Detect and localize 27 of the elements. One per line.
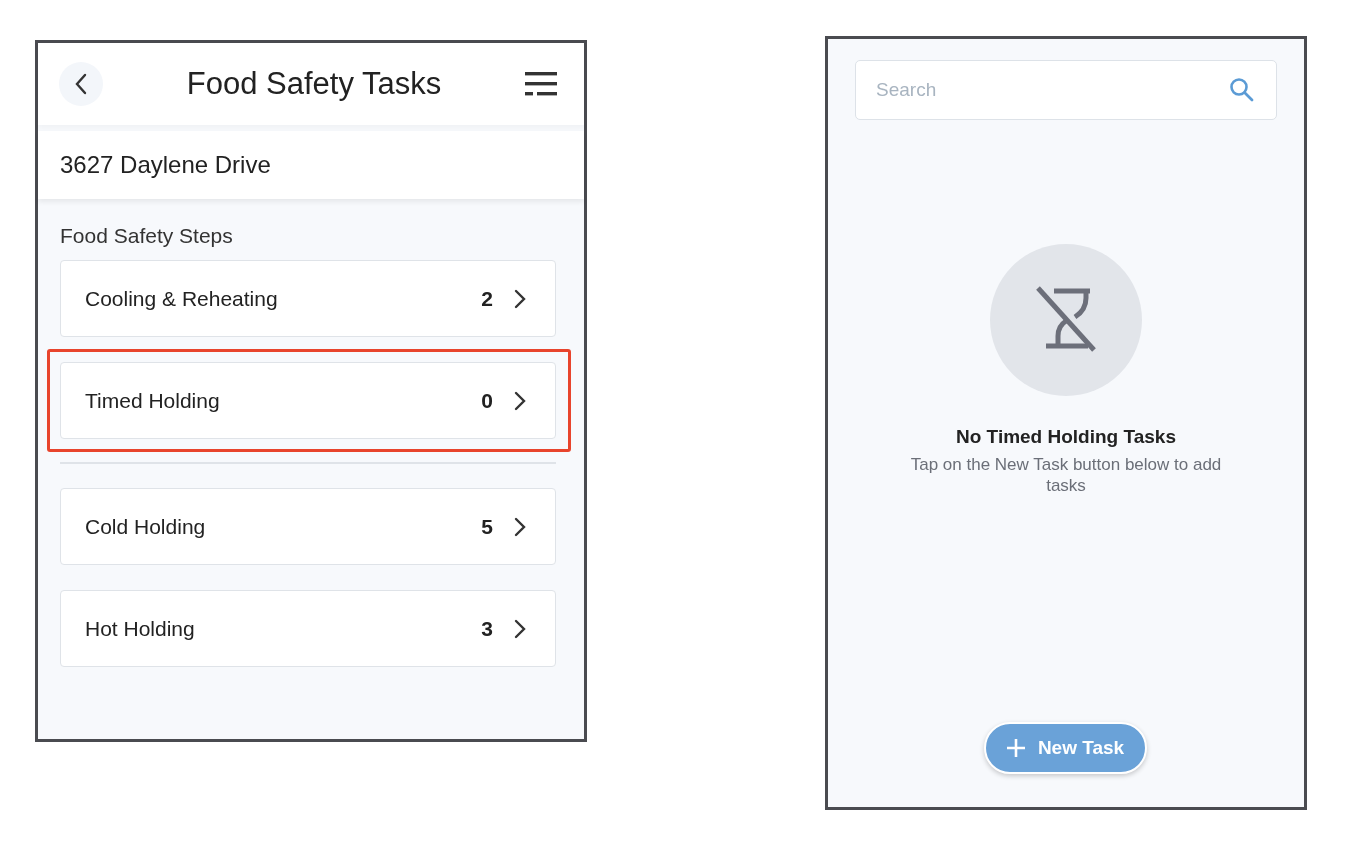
empty-state-message: Tap on the New Task button below to add tasks (909, 454, 1223, 496)
step-label: Cold Holding (85, 514, 207, 539)
search-field[interactable]: Search (855, 60, 1277, 120)
back-icon (74, 72, 88, 96)
back-button[interactable] (59, 62, 103, 106)
chevron-right-icon (513, 617, 527, 640)
step-item[interactable]: Hot Holding 3 (60, 590, 556, 667)
step-item[interactable]: Cooling & Reheating 2 (60, 260, 556, 337)
step-item[interactable]: Timed Holding 0 (60, 362, 556, 439)
chevron-right-icon (513, 287, 527, 310)
chevron-right-icon (513, 515, 527, 538)
step-label: Cooling & Reheating (85, 286, 279, 311)
chevron-right-icon (513, 389, 527, 412)
empty-state-title: No Timed Holding Tasks (956, 426, 1176, 448)
step-item[interactable]: Cold Holding 5 (60, 488, 556, 565)
task-count: 0 (481, 388, 493, 413)
menu-icon[interactable] (525, 70, 557, 98)
task-count: 5 (481, 514, 493, 539)
location-name: 3627 Daylene Drive (60, 151, 271, 179)
step-label: Hot Holding (85, 616, 196, 641)
task-count: 3 (481, 616, 493, 641)
screen-title: Food Safety Tasks (185, 66, 443, 102)
step-label: Timed Holding (85, 388, 221, 413)
task-count: 2 (481, 286, 493, 311)
search-icon[interactable] (1229, 77, 1255, 103)
section-title: Food Safety Steps (60, 224, 234, 248)
plus-icon (1005, 738, 1026, 758)
